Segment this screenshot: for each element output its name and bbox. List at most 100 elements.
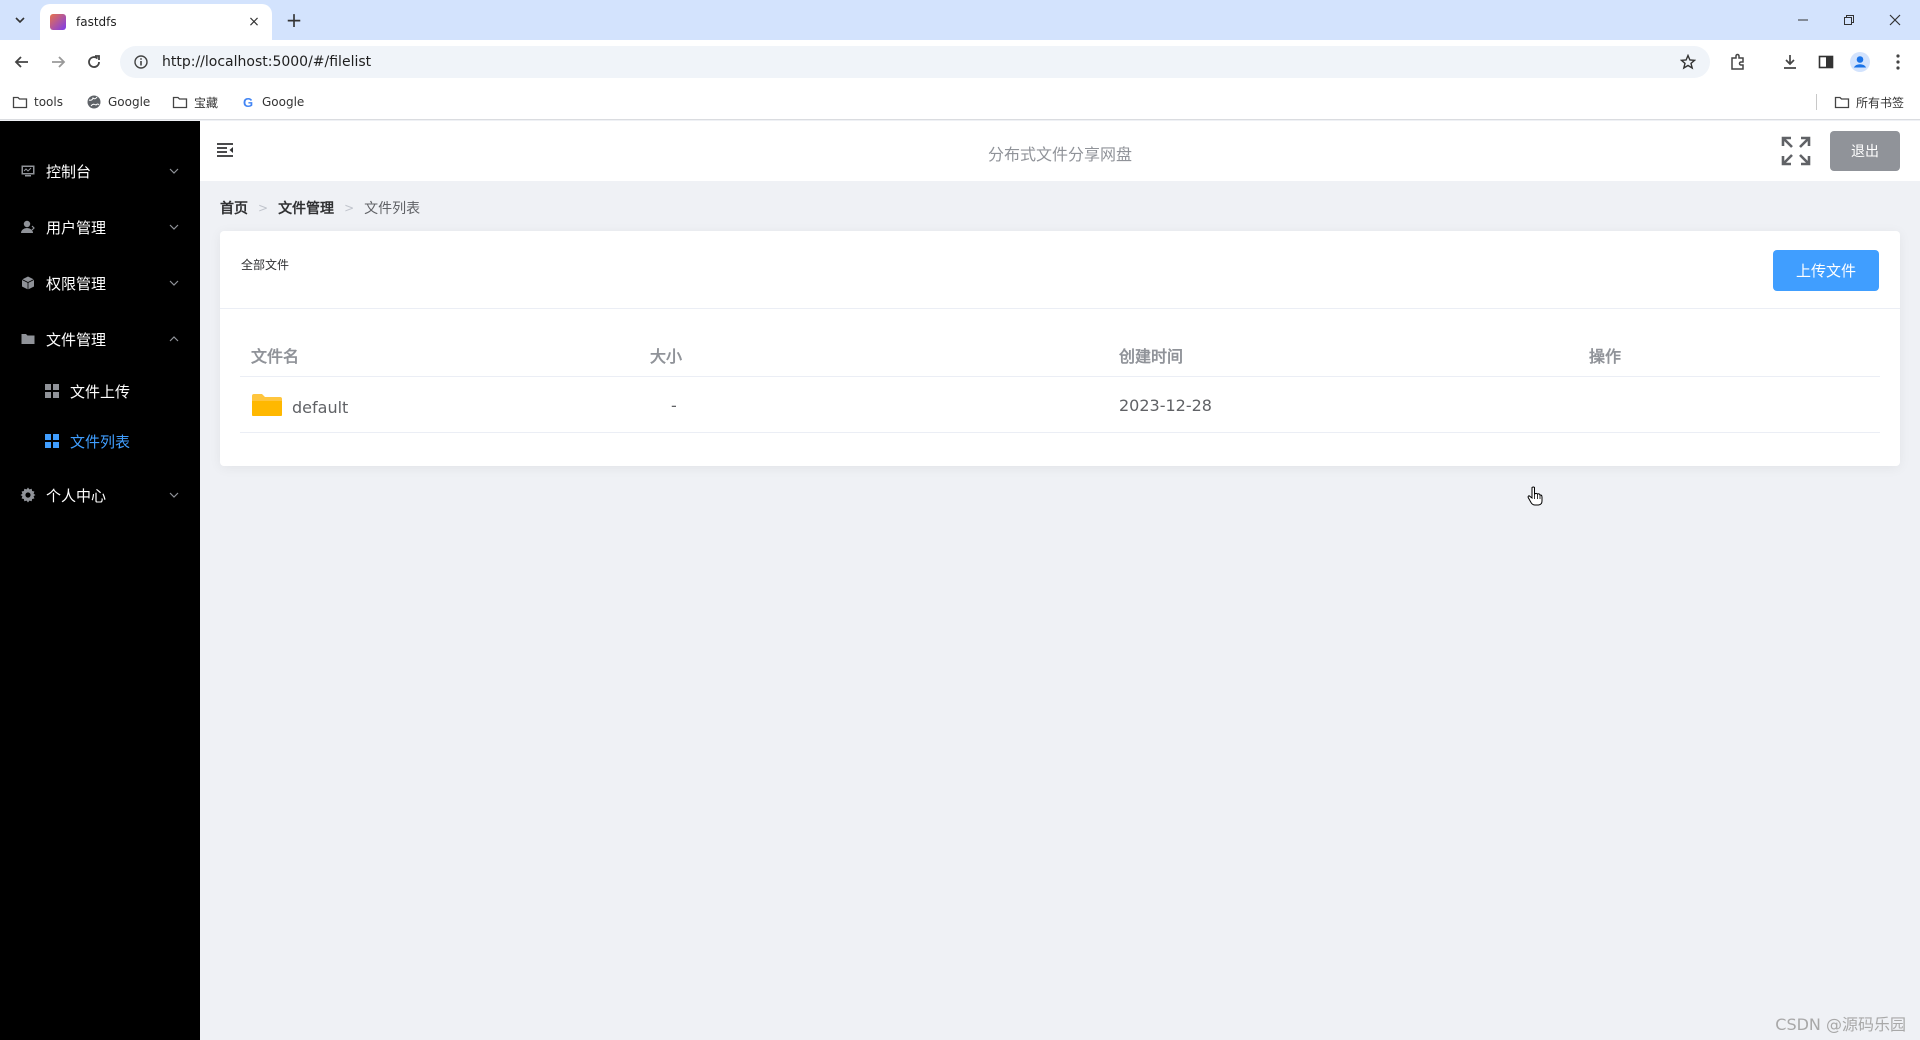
all-bookmarks[interactable]: 所有书签 <box>1834 92 1904 112</box>
column-header-created: 创建时间 <box>1119 347 1184 366</box>
globe-icon <box>86 94 102 110</box>
upload-file-button[interactable]: 上传文件 <box>1773 250 1879 291</box>
fullscreen-button[interactable] <box>1780 135 1812 167</box>
chevron-down-icon <box>168 165 180 177</box>
bookmarks-divider <box>1816 94 1817 110</box>
app-title: 分布式文件分享网盘 <box>987 145 1132 164</box>
bookmark-label: tools <box>34 95 63 109</box>
sidebar-item-file-list[interactable]: 文件列表 <box>0 419 200 463</box>
address-bar[interactable]: http://localhost:5000/#/filelist <box>120 46 1710 78</box>
close-icon <box>1889 14 1901 26</box>
forward-button[interactable] <box>44 48 72 76</box>
monitor-icon <box>20 163 36 179</box>
sidebar-item-label: 文件上传 <box>70 382 131 401</box>
card-title: 全部文件 <box>241 258 290 272</box>
grid-icon <box>44 383 60 399</box>
minimize-icon <box>1798 19 1808 21</box>
avatar-icon <box>1850 52 1870 72</box>
browser-toolbar: http://localhost:5000/#/filelist <box>0 40 1920 84</box>
back-button[interactable] <box>8 48 36 76</box>
cube-icon <box>20 275 36 291</box>
download-icon <box>1784 55 1796 69</box>
card-header: 全部文件 上传文件 <box>220 231 1900 309</box>
tab-close-icon[interactable]: × <box>246 14 262 30</box>
close-window-button[interactable] <box>1872 0 1918 40</box>
sidebar-item-profile[interactable]: 个人中心 <box>0 471 200 519</box>
bookmarks-bar: tools Google 宝藏 G Google 所有书签 <box>0 84 1920 120</box>
browser-menu-button[interactable] <box>1884 48 1912 76</box>
new-tab-button[interactable]: + <box>282 8 306 32</box>
file-size: - <box>671 396 677 415</box>
bookmark-tools[interactable]: tools <box>12 92 63 112</box>
breadcrumb-file-management[interactable]: 文件管理 <box>278 198 334 218</box>
sidebar-item-label: 用户管理 <box>46 218 107 237</box>
hand-cursor-icon <box>1527 486 1543 506</box>
file-created-date: 2023-12-28 <box>1119 396 1212 415</box>
minimize-button[interactable] <box>1780 0 1826 40</box>
reload-button[interactable] <box>80 48 108 76</box>
grid-icon <box>44 433 60 449</box>
column-header-actions: 操作 <box>1589 347 1622 366</box>
chevron-down-icon <box>168 489 180 501</box>
reload-icon <box>88 55 100 68</box>
chevron-down-icon <box>15 17 25 24</box>
breadcrumb: 首页 > 文件管理 > 文件列表 <box>220 198 420 218</box>
fullscreen-icon <box>1781 136 1811 166</box>
folder-icon <box>1834 94 1850 110</box>
sidebar-item-console[interactable]: 控制台 <box>0 147 200 195</box>
column-header-name: 文件名 <box>251 347 300 366</box>
browser-tab[interactable]: fastdfs × <box>40 4 272 40</box>
sidebar-item-users[interactable]: 用户管理 <box>0 203 200 251</box>
extensions-button[interactable] <box>1724 48 1752 76</box>
app-header: 分布式文件分享网盘 退出 <box>200 121 1920 181</box>
side-panel-button[interactable] <box>1812 48 1840 76</box>
google-icon: G <box>242 94 254 110</box>
breadcrumb-file-list: 文件列表 <box>364 201 421 217</box>
sidebar-item-files[interactable]: 文件管理 <box>0 315 200 363</box>
folder-icon <box>172 94 188 110</box>
chevron-right-icon: > <box>258 201 269 215</box>
file-table: 文件名 大小 创建时间 操作 default - 2023-12-28 <box>240 331 1880 433</box>
table-row[interactable]: default - 2023-12-28 <box>240 377 1880 433</box>
restore-icon <box>1844 15 1854 25</box>
breadcrumb-home[interactable]: 首页 <box>220 198 248 218</box>
chevron-down-icon <box>168 277 180 289</box>
folder-icon <box>12 94 28 110</box>
bookmark-label: 宝藏 <box>194 95 219 110</box>
restore-button[interactable] <box>1826 0 1872 40</box>
chevron-down-icon <box>168 221 180 233</box>
bookmark-label: Google <box>262 95 305 109</box>
tab-title: fastdfs <box>76 15 117 29</box>
chevron-right-icon: > <box>344 201 355 215</box>
puzzle-icon <box>1731 53 1744 70</box>
site-info-icon[interactable] <box>132 53 150 71</box>
url-text[interactable]: http://localhost:5000/#/filelist <box>162 54 1674 70</box>
profile-button[interactable] <box>1846 48 1874 76</box>
sidebar: 控制台 用户管理 权限管理 文件管理 文件上传 文件列表 个人中心 <box>0 121 200 1040</box>
bookmark-google-2[interactable]: G Google <box>240 92 304 112</box>
gear-icon <box>20 487 36 503</box>
bookmark-star-icon[interactable] <box>1674 48 1702 76</box>
file-name[interactable]: default <box>292 398 348 417</box>
sidebar-item-label: 文件列表 <box>70 432 131 451</box>
sidebar-item-permissions[interactable]: 权限管理 <box>0 259 200 307</box>
bookmark-treasure[interactable]: 宝藏 <box>172 92 218 112</box>
bookmark-google[interactable]: Google <box>86 92 150 112</box>
folder-icon <box>252 394 282 416</box>
sidebar-item-label: 个人中心 <box>46 486 107 505</box>
side-panel-icon <box>1818 55 1834 69</box>
more-vertical-icon <box>1896 54 1900 70</box>
file-list-card: 全部文件 上传文件 文件名 大小 创建时间 操作 default - 2023-… <box>220 231 1900 466</box>
favicon-icon <box>50 14 66 30</box>
table-header: 文件名 大小 创建时间 操作 <box>240 331 1880 377</box>
logout-button[interactable]: 退出 <box>1830 131 1900 171</box>
sidebar-item-label: 控制台 <box>46 162 92 181</box>
downloads-button[interactable] <box>1776 48 1804 76</box>
tab-search-button[interactable] <box>8 8 32 32</box>
sidebar-item-file-upload[interactable]: 文件上传 <box>0 369 200 413</box>
bookmark-label: Google <box>108 95 151 109</box>
sidebar-item-label: 文件管理 <box>46 330 107 349</box>
browser-tab-bar: fastdfs × + <box>0 0 1920 40</box>
column-header-size: 大小 <box>650 347 683 366</box>
arrow-left-icon <box>14 56 28 68</box>
